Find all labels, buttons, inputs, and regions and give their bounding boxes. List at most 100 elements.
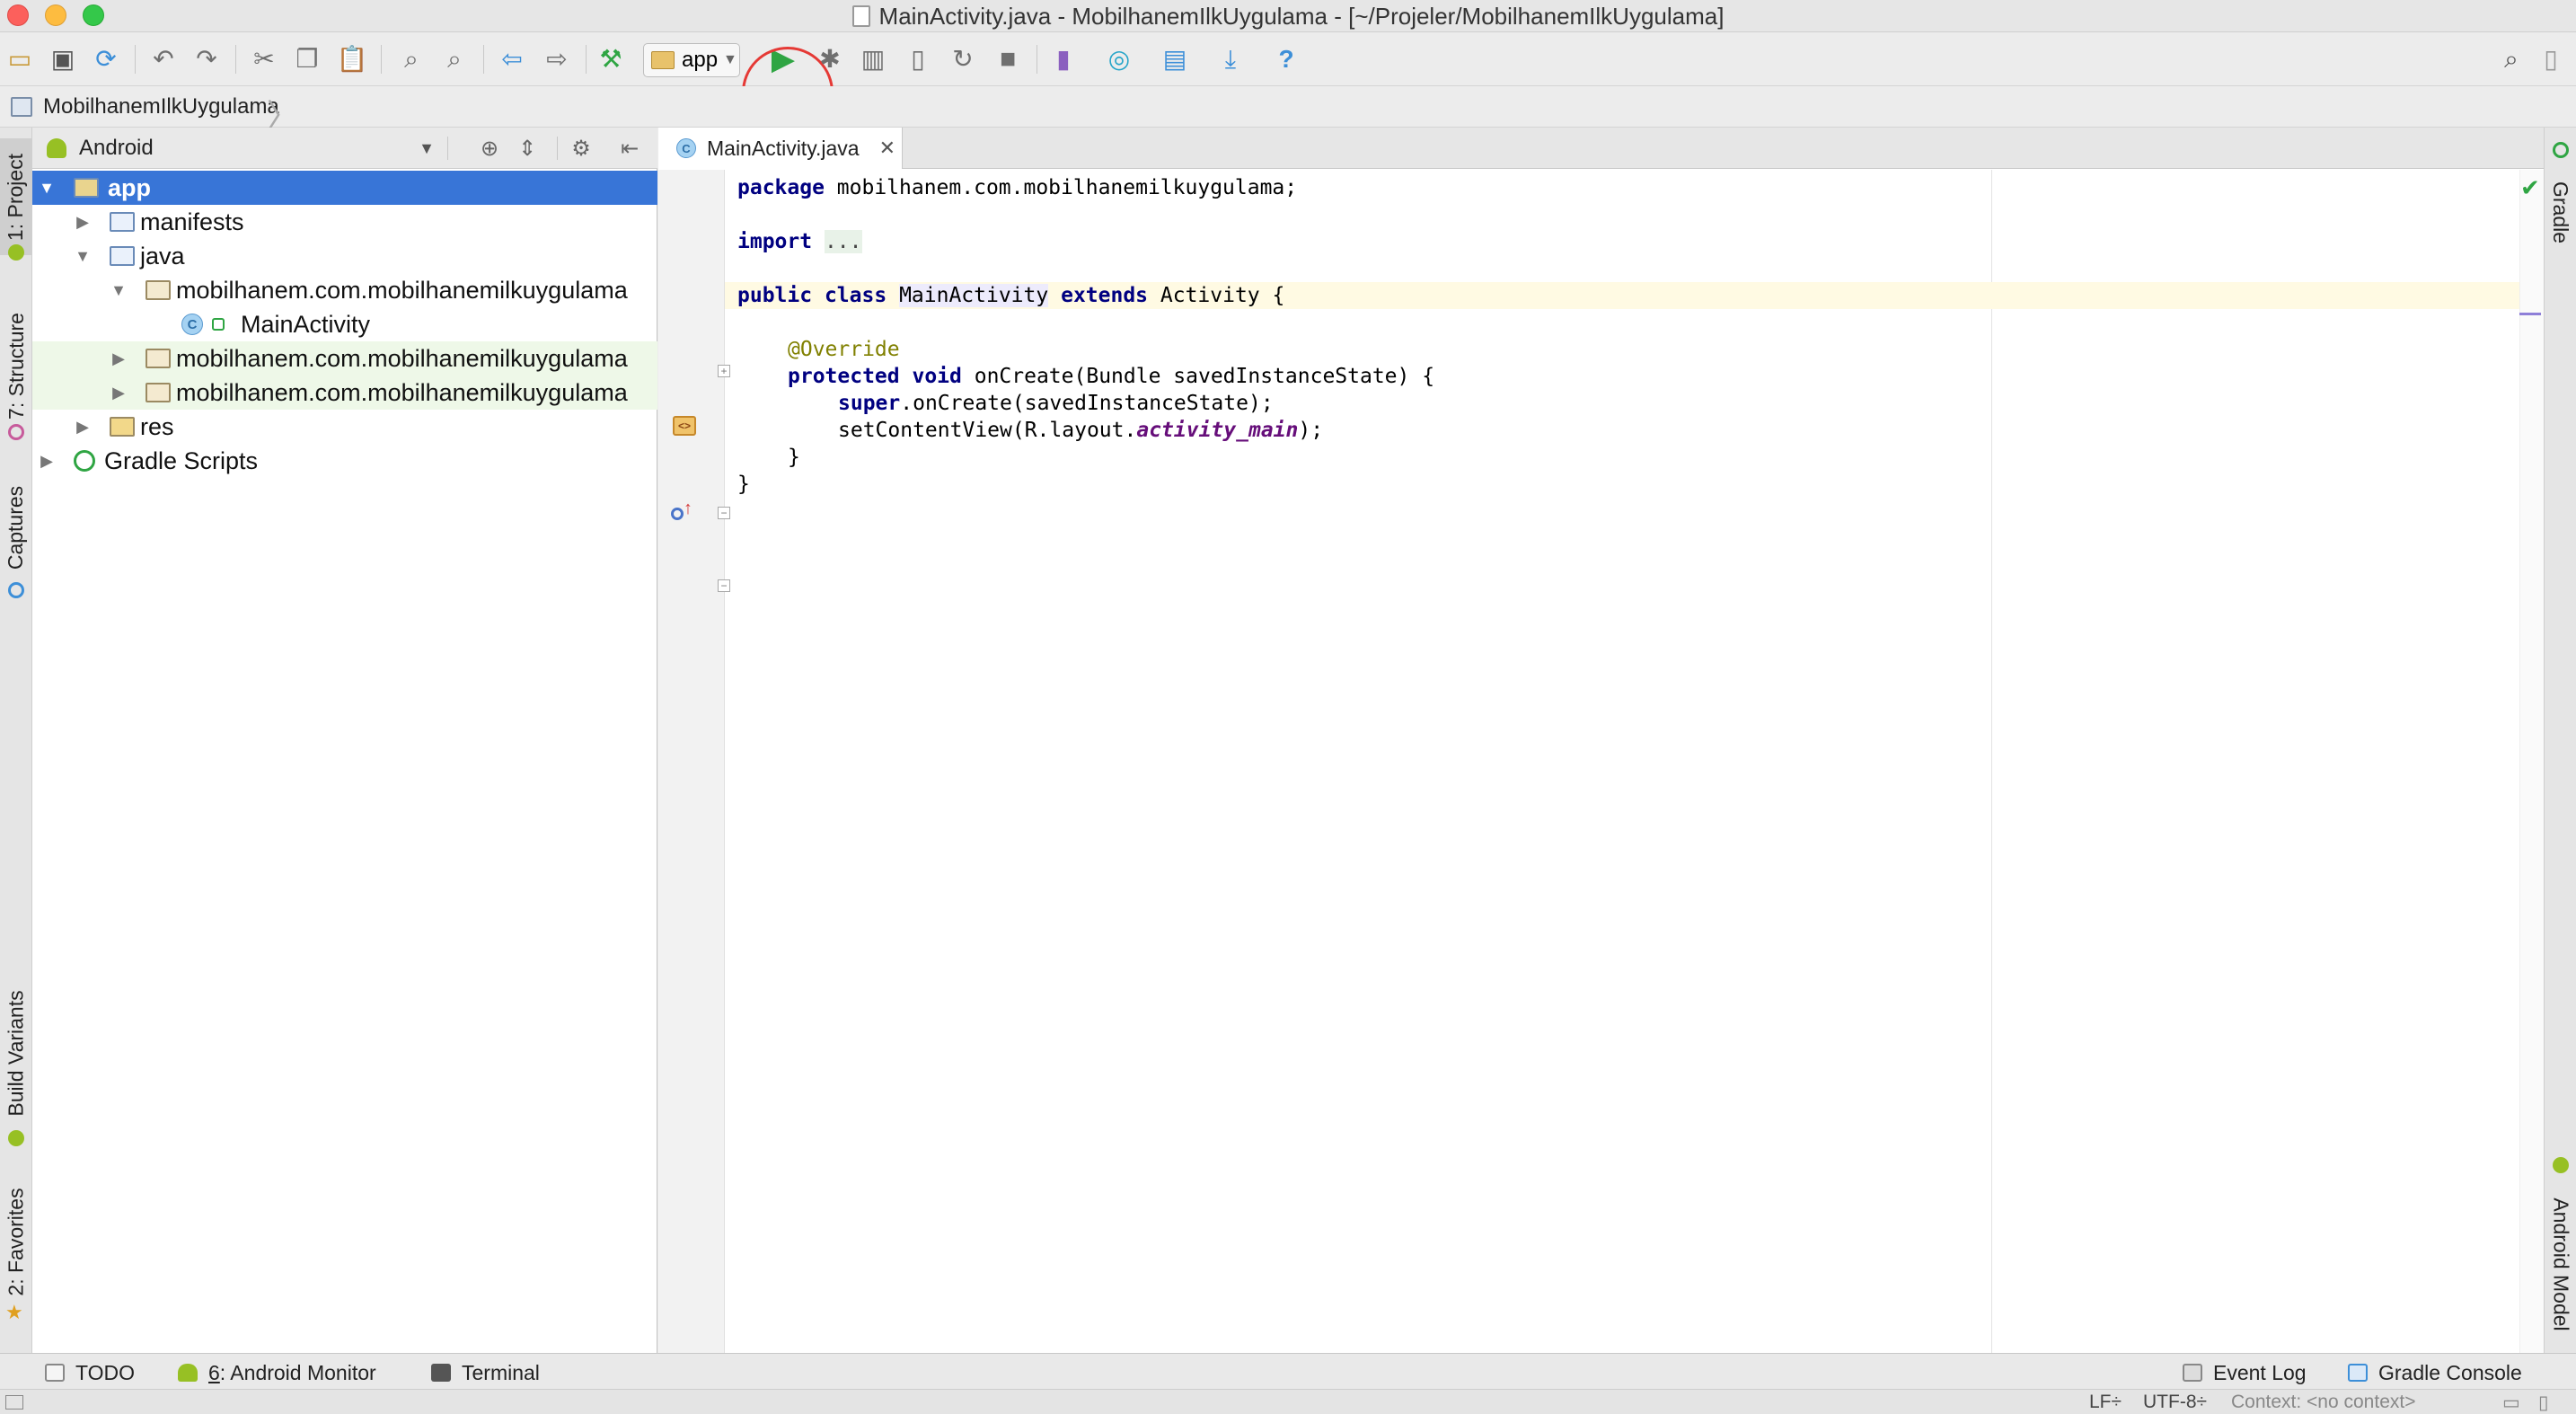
make-project-icon[interactable]: ⚒ bbox=[595, 43, 627, 75]
inspection-icon[interactable]: ▯ bbox=[2538, 1392, 2549, 1414]
tab-favorites[interactable]: 2: Favorites bbox=[0, 1170, 32, 1313]
tool-windows-toggle-icon[interactable] bbox=[5, 1395, 23, 1410]
sync-icon[interactable]: ⟳ bbox=[90, 43, 122, 75]
stripe-marker[interactable] bbox=[2519, 313, 2541, 315]
tree-item-label: java bbox=[140, 242, 185, 270]
project-icon bbox=[11, 97, 32, 117]
tree-item-gradle-scripts[interactable]: ▶ Gradle Scripts bbox=[32, 444, 657, 478]
error-stripe[interactable] bbox=[2519, 170, 2544, 1353]
forward-icon[interactable]: ⇨ bbox=[541, 43, 573, 75]
attach-debugger-icon[interactable]: ▯ bbox=[902, 43, 934, 75]
undo-icon[interactable]: ↶ bbox=[147, 43, 180, 75]
android-icon bbox=[47, 138, 66, 158]
avd-manager-icon[interactable]: ▮ bbox=[1047, 43, 1080, 75]
close-icon[interactable]: ✕ bbox=[879, 137, 895, 160]
tab-build-variants[interactable]: Build Variants bbox=[0, 972, 32, 1134]
override-method-icon[interactable]: ↑ bbox=[671, 499, 698, 524]
search-everywhere-icon[interactable]: ⌕ bbox=[2495, 43, 2527, 75]
event-log-tab[interactable]: Event Log bbox=[2183, 1359, 2307, 1386]
chevron-down-icon: ▼ bbox=[723, 52, 737, 67]
check-icon: ✔ bbox=[2520, 174, 2540, 201]
tab-android-model[interactable]: Android Model bbox=[2545, 1179, 2576, 1349]
todo-label: TODO bbox=[75, 1360, 136, 1384]
tree-item-label: MainActivity bbox=[241, 310, 371, 338]
code-line-10: setContentView(R.layout.activity_main); bbox=[838, 419, 1324, 442]
tab-captures-label: Captures bbox=[4, 485, 28, 570]
debug-icon[interactable]: ✱ bbox=[814, 43, 846, 75]
tree-item-package-test[interactable]: ▶ mobilhanem.com.mobilhanemilkuygulama bbox=[32, 376, 657, 410]
android-monitor-tab[interactable]: 6: Android Monitor bbox=[178, 1359, 376, 1386]
run-icon[interactable]: ▶ bbox=[767, 43, 799, 75]
gradle-icon bbox=[2553, 142, 2569, 158]
replace-icon[interactable]: ⌕ bbox=[438, 43, 471, 75]
todo-tab[interactable]: TODO bbox=[45, 1359, 135, 1386]
breadcrumb[interactable]: MobilhanemIlkUygulama 〉 bbox=[11, 93, 299, 134]
class-icon: C bbox=[181, 314, 203, 335]
expand-arrow-icon[interactable]: ▼ bbox=[38, 179, 56, 198]
encoding-widget[interactable]: UTF-8÷ bbox=[2143, 1392, 2207, 1413]
code-line-7: @Override bbox=[788, 338, 900, 361]
editor-tab-bar: C MainActivity.java ✕ bbox=[658, 128, 2544, 169]
gradle-console-tab[interactable]: Gradle Console bbox=[2348, 1359, 2522, 1386]
copy-icon[interactable]: ❐ bbox=[291, 43, 323, 75]
redo-icon[interactable]: ↷ bbox=[190, 43, 223, 75]
open-icon[interactable]: ▭ bbox=[4, 43, 36, 75]
profile-icon[interactable]: ▥ bbox=[857, 43, 889, 75]
tree-item-label: mobilhanem.com.mobilhanemilkuygulama bbox=[176, 276, 628, 304]
line-separator-widget[interactable]: LF÷ bbox=[2089, 1392, 2122, 1413]
tree-item-res[interactable]: ▶ res bbox=[32, 410, 657, 444]
cut-icon[interactable]: ✂ bbox=[248, 43, 280, 75]
collapse-all-icon[interactable]: ⇕ bbox=[514, 135, 541, 162]
paste-icon[interactable]: 📋 bbox=[336, 43, 368, 75]
context-widget[interactable]: Context: <no context> bbox=[2231, 1392, 2415, 1413]
tab-structure[interactable]: 7: Structure bbox=[0, 298, 32, 433]
folded-imports[interactable]: ... bbox=[824, 230, 862, 253]
project-view-select[interactable]: Android ▼ bbox=[47, 135, 435, 162]
tab-mainactivity-java[interactable]: C MainActivity.java ✕ bbox=[658, 128, 903, 169]
collapse-arrow-icon[interactable]: ▶ bbox=[74, 418, 92, 437]
tree-item-label: res bbox=[140, 412, 174, 440]
scroll-from-source-icon[interactable]: ⊕ bbox=[476, 135, 503, 162]
project-panel: Android ▼ ⊕ ⇕ ⚙ ⇤ ▼ app ▶ manifests ▼ ja… bbox=[32, 128, 657, 1353]
find-icon[interactable]: ⌕ bbox=[395, 43, 428, 75]
package-icon bbox=[146, 280, 171, 300]
terminal-tab[interactable]: Terminal bbox=[431, 1359, 540, 1386]
tree-item-label: mobilhanem.com.mobilhanemilkuygulama bbox=[176, 344, 628, 372]
tab-captures[interactable]: Captures bbox=[0, 469, 32, 586]
collapse-arrow-icon[interactable]: ▶ bbox=[110, 384, 128, 402]
gradle-sync-icon[interactable]: ◎ bbox=[1103, 43, 1135, 75]
code-area[interactable]: package mobilhanem.com.mobilhanemilkuygu… bbox=[725, 170, 2544, 1353]
collapse-arrow-icon[interactable]: ▶ bbox=[38, 452, 56, 471]
stop-icon[interactable]: ■ bbox=[992, 43, 1024, 75]
run-config-select[interactable]: app ▼ bbox=[643, 43, 740, 77]
terminal-label: Terminal bbox=[462, 1360, 540, 1384]
expand-arrow-icon[interactable]: ▼ bbox=[74, 247, 92, 266]
gradle-icon bbox=[74, 450, 95, 472]
help-icon[interactable]: ? bbox=[1270, 43, 1302, 75]
back-icon[interactable]: ⇦ bbox=[496, 43, 528, 75]
save-icon[interactable]: ▣ bbox=[47, 43, 79, 75]
editor-gutter[interactable]: + <> ↑ − − bbox=[658, 170, 730, 1353]
package-icon bbox=[146, 383, 171, 402]
collapse-arrow-icon[interactable]: ▶ bbox=[74, 213, 92, 232]
project-structure-icon[interactable]: ▤ bbox=[1159, 43, 1191, 75]
tree-item-app[interactable]: ▼ app bbox=[32, 171, 657, 205]
tree-item-package-androidtest[interactable]: ▶ mobilhanem.com.mobilhanemilkuygulama bbox=[32, 341, 657, 376]
tab-gradle[interactable]: Gradle bbox=[2545, 167, 2576, 257]
tree-item-manifests[interactable]: ▶ manifests bbox=[32, 205, 657, 239]
user-icon[interactable]: ▯ bbox=[2535, 43, 2567, 75]
sdk-manager-icon[interactable]: ⤓ bbox=[1214, 43, 1247, 75]
hide-panel-icon[interactable]: ⇤ bbox=[616, 135, 643, 162]
lock-icon[interactable]: ▭ bbox=[2502, 1392, 2520, 1414]
tab-project[interactable]: 1: Project bbox=[0, 138, 32, 255]
expand-arrow-icon[interactable]: ▼ bbox=[110, 281, 128, 300]
code-line-9: super.onCreate(savedInstanceState); bbox=[838, 392, 1274, 415]
navigation-bar: MobilhanemIlkUygulama 〉 bbox=[0, 86, 2576, 134]
gear-icon[interactable]: ⚙ bbox=[568, 135, 595, 162]
tree-item-package[interactable]: ▼ mobilhanem.com.mobilhanemilkuygulama bbox=[32, 273, 657, 307]
tree-item-mainactivity[interactable]: C MainActivity bbox=[32, 307, 657, 341]
tree-item-java[interactable]: ▼ java bbox=[32, 239, 657, 273]
collapse-arrow-icon[interactable]: ▶ bbox=[110, 349, 128, 368]
layout-class-icon[interactable]: <> bbox=[673, 416, 696, 436]
apply-changes-icon[interactable]: ↻ bbox=[947, 43, 979, 75]
